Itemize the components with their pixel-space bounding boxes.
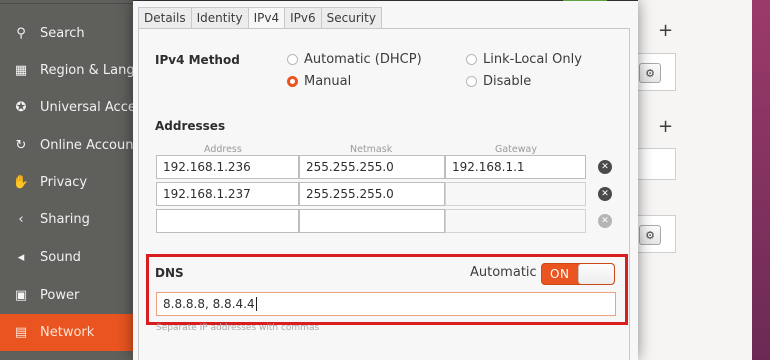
radio-link-local-only[interactable]: Link-Local Only (466, 52, 582, 67)
add-connection-icon[interactable]: + (658, 20, 673, 41)
sidebar-item-online-accounts[interactable]: ↻ Online Accounts (0, 127, 133, 164)
radio-label: Link-Local Only (483, 52, 582, 67)
radio-label: Manual (304, 74, 352, 89)
sidebar-item-search[interactable]: ⚲ Search (0, 15, 133, 52)
radio-automatic-dhcp[interactable]: Automatic (DHCP) (287, 52, 422, 67)
sidebar-item-power[interactable]: ▣ Power (0, 277, 133, 314)
radio-label: Automatic (DHCP) (304, 52, 422, 67)
sidebar-item-label: Sound (40, 250, 81, 265)
radio-indicator (466, 76, 477, 87)
delete-address-icon[interactable]: ✕ (598, 214, 612, 228)
settings-sidebar: ⚲ Search ▦ Region & Language ✪ Universal… (0, 0, 133, 360)
dns-hint-text: Separate IP addresses with commas (156, 323, 320, 333)
accessibility-icon: ✪ (15, 100, 27, 115)
radio-indicator (466, 54, 477, 65)
address-field[interactable]: 192.168.1.237 (156, 182, 299, 206)
radio-indicator-checked (287, 76, 298, 87)
sidebar-item-sharing[interactable]: ‹ Sharing (0, 201, 133, 238)
sidebar-top-edge (0, 0, 133, 4)
radio-indicator (287, 54, 298, 65)
tab-ipv6[interactable]: IPv6 (284, 7, 321, 29)
dialog-tabs: Details Identity IPv4 IPv6 Security (138, 7, 382, 29)
network-panel-background: + ⚙ + ⚙ (620, 0, 752, 360)
tab-details[interactable]: Details (138, 7, 191, 29)
sidebar-item-privacy[interactable]: ✋ Privacy (0, 164, 133, 201)
sidebar-item-network[interactable]: ▤ Network (0, 314, 133, 351)
gateway-field[interactable] (445, 209, 586, 233)
address-field[interactable]: 192.168.1.236 (156, 155, 299, 179)
addresses-label: Addresses (155, 119, 226, 133)
sidebar-item-label: Privacy (40, 175, 88, 190)
text-caret (255, 297, 257, 311)
column-header-netmask: Netmask (350, 144, 393, 155)
dns-automatic-label: Automatic (470, 265, 537, 280)
netmask-field[interactable] (299, 209, 445, 233)
sidebar-item-label: Power (40, 288, 80, 303)
gear-icon[interactable]: ⚙ (639, 63, 661, 83)
netmask-field[interactable]: 255.255.255.0 (299, 155, 445, 179)
radio-disable[interactable]: Disable (466, 74, 531, 89)
power-icon: ▣ (14, 288, 28, 303)
dns-servers-input[interactable]: 8.8.8.8, 8.8.4.4 (156, 292, 616, 316)
switch-on-text: ON (550, 267, 570, 281)
address-field[interactable] (156, 209, 299, 233)
column-header-address: Address (204, 144, 242, 155)
sidebar-item-label: Network (40, 325, 95, 340)
network-icon: ▤ (14, 325, 28, 340)
search-icon: ⚲ (16, 26, 26, 41)
dialog-titlebar-edge (133, 0, 638, 1)
sidebar-item-label: Universal Access (40, 100, 133, 115)
sidebar-item-sound[interactable]: ◂ Sound (0, 239, 133, 276)
radio-manual[interactable]: Manual (287, 74, 351, 89)
switch-knob (578, 264, 614, 284)
sidebar-item-label: Search (40, 26, 85, 41)
gateway-field[interactable]: 192.168.1.1 (445, 155, 586, 179)
privacy-hand-icon: ✋ (12, 175, 30, 190)
sidebar-item-label: Online Accounts (40, 138, 133, 153)
delete-address-icon[interactable]: ✕ (598, 187, 612, 201)
dns-label: DNS (155, 266, 184, 280)
gear-icon[interactable]: ⚙ (639, 225, 661, 245)
tab-identity[interactable]: Identity (190, 7, 248, 29)
speaker-icon: ◂ (17, 250, 25, 265)
gateway-field[interactable] (445, 182, 586, 206)
tab-security[interactable]: Security (320, 7, 382, 29)
sidebar-item-label: Sharing (40, 212, 90, 227)
keyboard-icon: ▦ (14, 63, 28, 78)
radio-label: Disable (483, 74, 532, 89)
dns-automatic-switch[interactable]: ON (541, 263, 615, 285)
dns-servers-value: 8.8.8.8, 8.8.4.4 (163, 297, 255, 311)
netmask-field[interactable]: 255.255.255.0 (299, 182, 445, 206)
sidebar-item-region-language[interactable]: ▦ Region & Language (0, 52, 133, 89)
column-header-gateway: Gateway (495, 144, 537, 155)
share-icon: ‹ (18, 212, 24, 227)
tab-ipv4[interactable]: IPv4 (247, 7, 285, 29)
sidebar-item-label: Region & Language (40, 63, 133, 78)
add-vpn-icon[interactable]: + (658, 116, 673, 137)
ipv4-method-label: IPv4 Method (155, 53, 240, 67)
sidebar-item-universal-access[interactable]: ✪ Universal Access (0, 89, 133, 126)
apply-button-edge[interactable] (563, 0, 607, 1)
delete-address-icon[interactable]: ✕ (598, 160, 612, 174)
online-accounts-icon: ↻ (15, 138, 27, 153)
